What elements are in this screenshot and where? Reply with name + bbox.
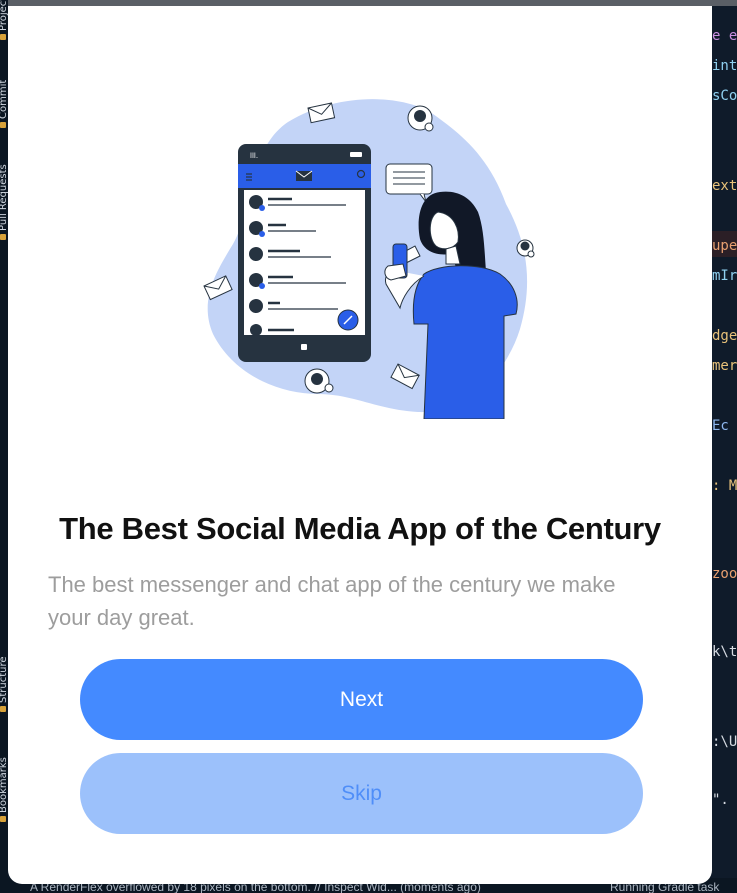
next-button-label: Next: [339, 687, 384, 711]
code-fragment: mIr: [712, 268, 737, 284]
ide-tool-strip: Project Commit Pull Requests Structure B…: [0, 0, 9, 893]
skip-button[interactable]: Skip: [80, 753, 643, 834]
svg-text:lll.: lll.: [250, 152, 258, 160]
code-fragment: :\U: [712, 734, 737, 750]
onboarding-subtitle: The best messenger and chat app of the c…: [48, 572, 616, 630]
code-fragment: zoo: [712, 566, 737, 582]
onboarding-title: The Best Social Media App of the Century: [59, 511, 661, 546]
code-fragment: : M: [712, 478, 737, 494]
avatar-icon: [516, 239, 535, 258]
code-fragment: ".: [712, 792, 729, 808]
code-fragment: ext: [712, 178, 737, 194]
code-fragment: k\t: [712, 644, 737, 660]
code-fragment: e e: [712, 28, 737, 44]
phone-graphic: lll.: [238, 144, 371, 362]
code-fragment: sCo: [712, 88, 737, 104]
code-fragment: Ec: [712, 418, 729, 434]
skip-button-label: Skip: [341, 781, 382, 805]
avatar-icon: [407, 105, 434, 132]
code-fragment: upe: [712, 238, 737, 254]
code-fragment: int: [712, 58, 737, 74]
next-button[interactable]: Next: [80, 659, 643, 740]
onboarding-illustration: lll.: [203, 99, 535, 419]
code-editor-edge: e e int sCo ext upe mIr dge mer Ec : M z…: [712, 0, 737, 880]
code-fragment: dge: [712, 328, 737, 344]
onboarding-screen: lll. The Best Social Media App of the Ce…: [8, 6, 712, 884]
code-fragment: mer: [712, 358, 737, 374]
